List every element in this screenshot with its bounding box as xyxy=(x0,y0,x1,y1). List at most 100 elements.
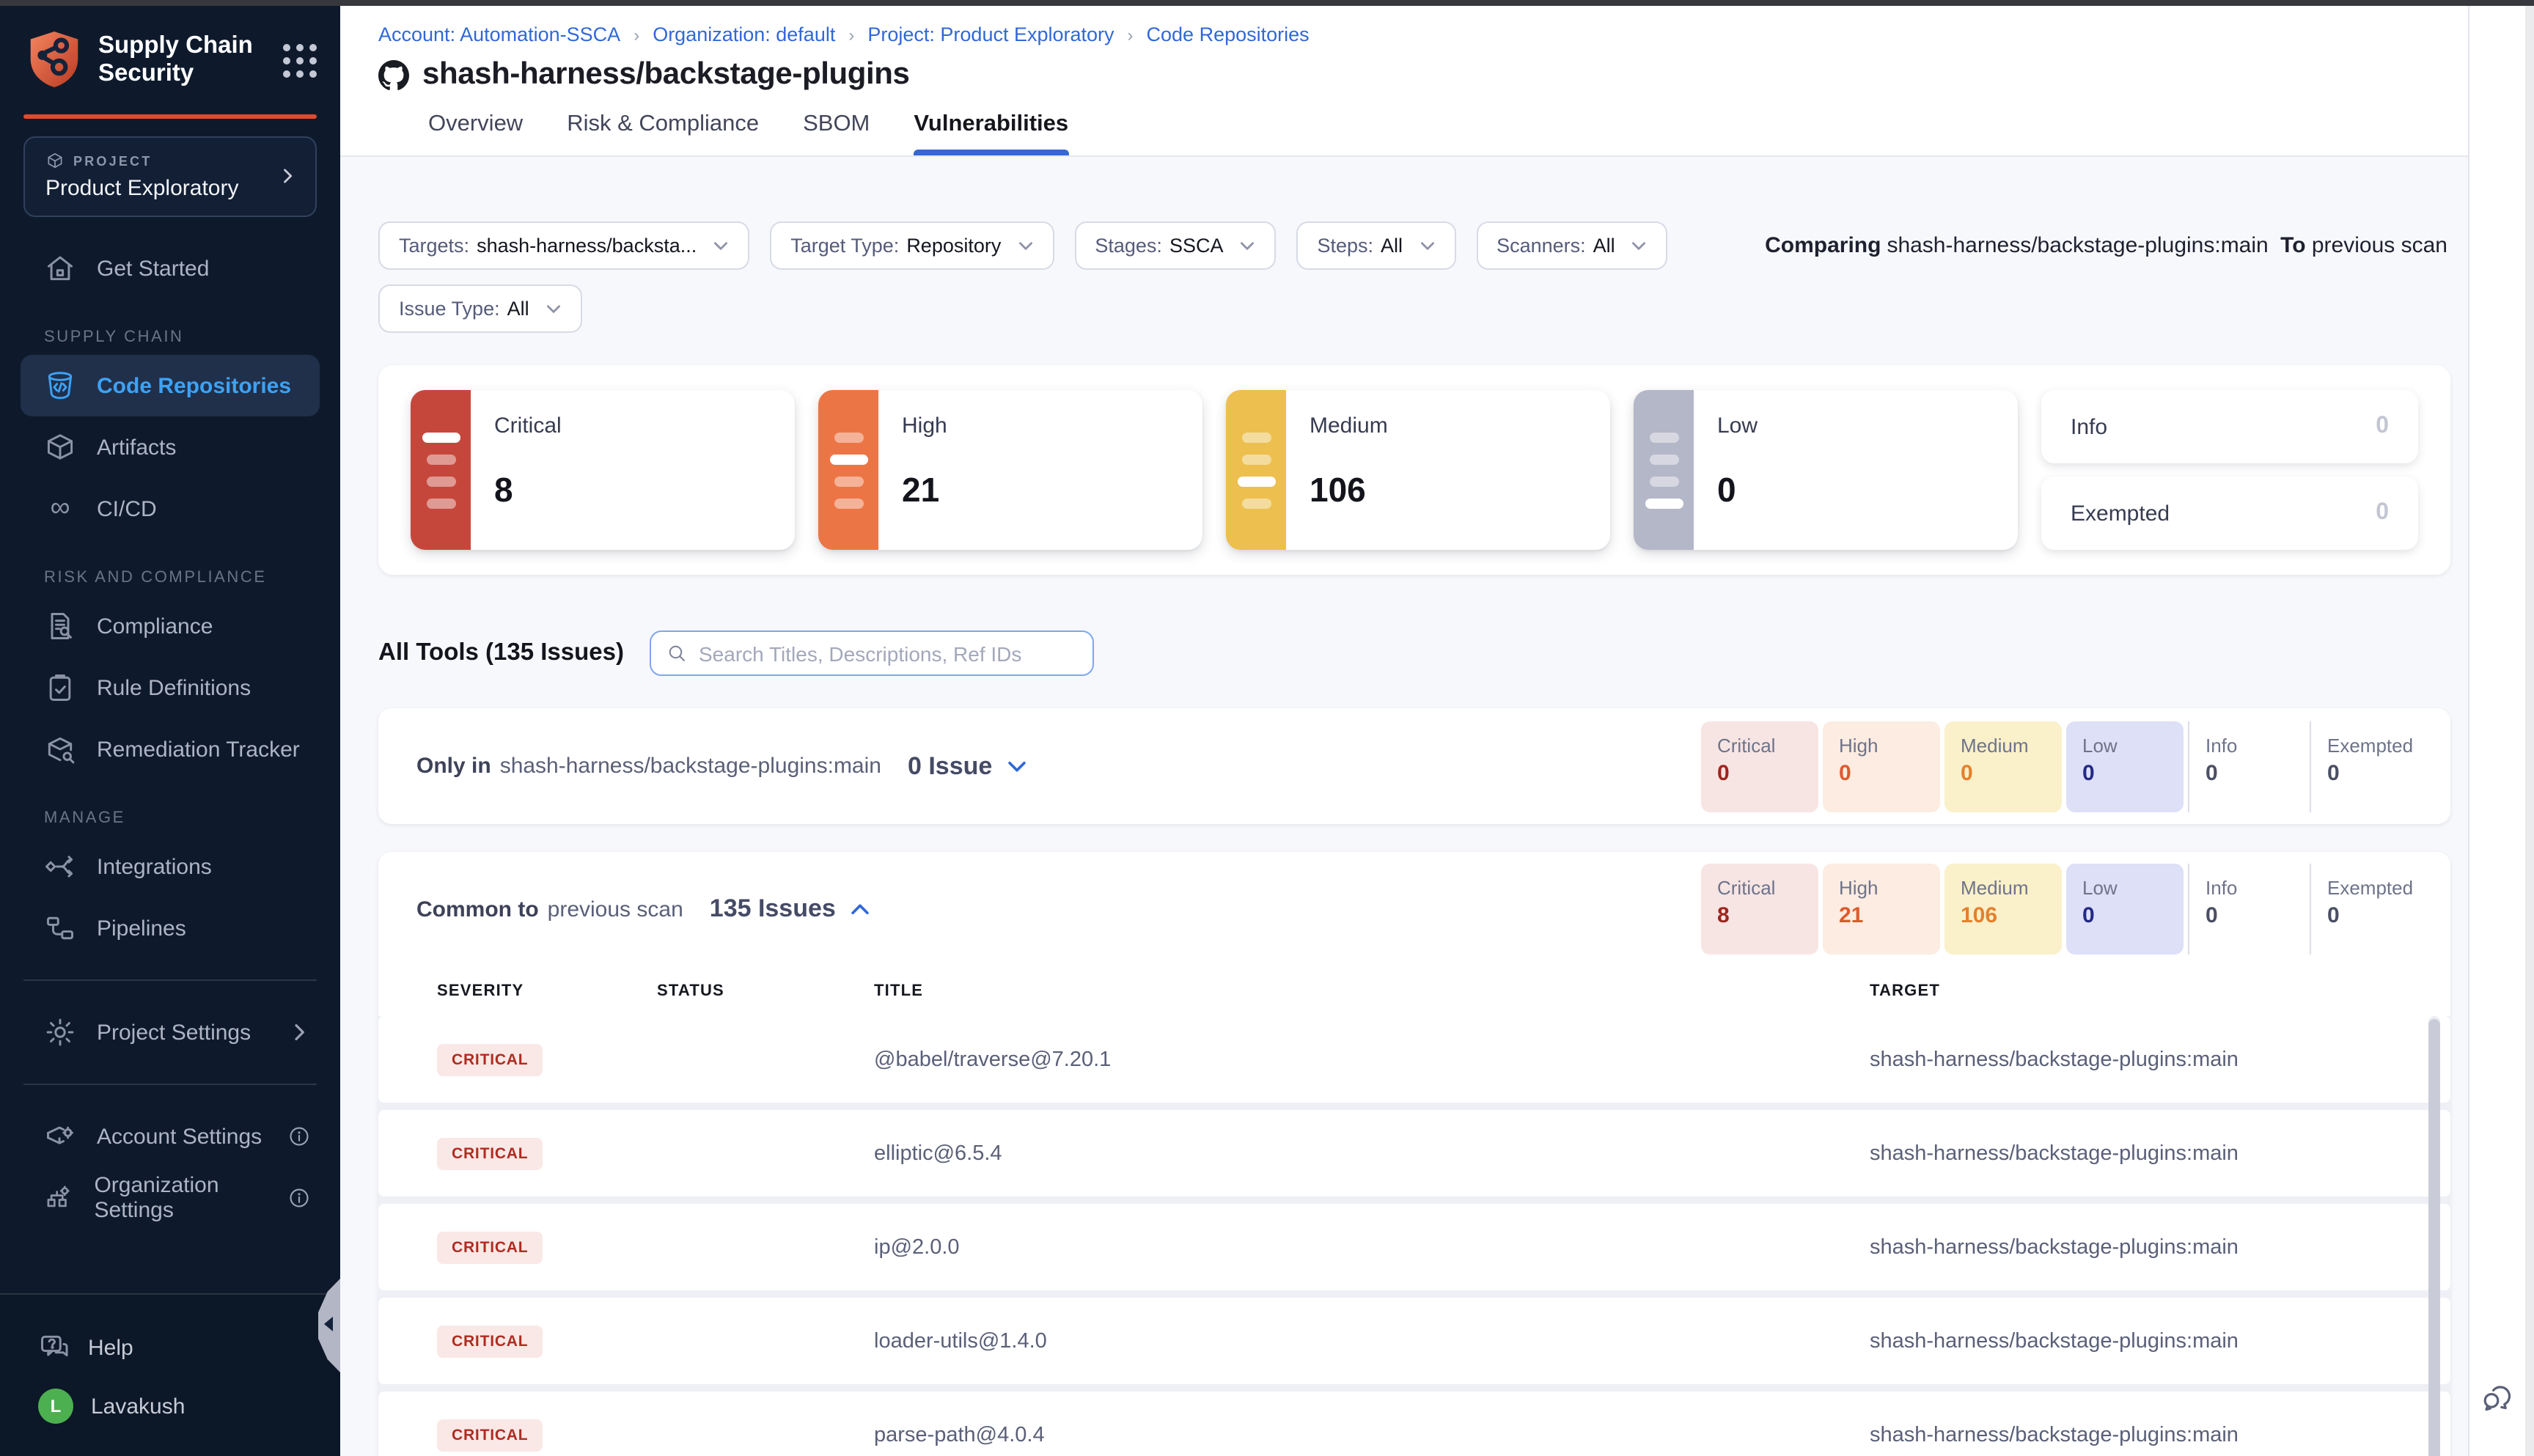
table-row[interactable]: CRITICALip@2.0.0shash-harness/backstage-… xyxy=(378,1204,2450,1290)
sidebar-item-label: Artifacts xyxy=(97,435,176,460)
chat-support-icon[interactable] xyxy=(2480,1380,2515,1415)
project-selector[interactable]: PROJECT Product Exploratory xyxy=(23,136,317,217)
search-input[interactable] xyxy=(699,641,1077,665)
tools-row: All Tools (135 Issues) xyxy=(378,630,2450,676)
content-area: Targets:shash-harness/backsta... Target T… xyxy=(340,157,2468,1456)
sidebar-item-artifacts[interactable]: Artifacts xyxy=(0,416,340,478)
chip-value: 0 xyxy=(1717,760,1818,785)
severity-card-exempted[interactable]: Exempted 0 xyxy=(2041,477,2418,550)
filter-steps-dropdown[interactable]: Steps:All xyxy=(1296,221,1455,270)
only-in-section: Only in shash-harness/backstage-plugins:… xyxy=(378,708,2450,824)
severity-card-body: Critical8 xyxy=(471,390,562,550)
sidebar-item-label: Code Repositories xyxy=(97,373,291,398)
nav-divider xyxy=(23,979,317,981)
column-header-title: TITLE xyxy=(874,982,1870,1000)
artifacts-icon xyxy=(44,431,76,463)
column-header-target: TARGET xyxy=(1870,982,2450,1000)
breadcrumb-link[interactable]: Account: Automation-SSCA xyxy=(378,23,620,45)
chip-value: 8 xyxy=(1717,903,1818,928)
sidebar-item-help[interactable]: Help xyxy=(0,1318,340,1377)
chevron-up-icon[interactable] xyxy=(848,897,873,922)
chip-value: 0 xyxy=(1839,760,1940,785)
severity-chip-high: High0 xyxy=(1823,721,1940,812)
sidebar-item-get-started[interactable]: Get Started xyxy=(0,238,340,299)
remediation-tracker-icon xyxy=(44,733,76,765)
only-in-target: shash-harness/backstage-plugins:main xyxy=(500,754,881,779)
filter-target-type-dropdown[interactable]: Target Type:Repository xyxy=(770,221,1054,270)
severity-cell: CRITICAL xyxy=(437,1137,657,1169)
filter-value: Repository xyxy=(906,235,1001,257)
sidebar-item-compliance[interactable]: Compliance xyxy=(0,595,340,657)
severity-card-label: Exempted xyxy=(2071,501,2170,526)
table-row[interactable]: CRITICAL@babel/traverse@7.20.1shash-harn… xyxy=(378,1016,2450,1103)
severity-card-body: High21 xyxy=(878,390,947,550)
chevron-down-icon xyxy=(711,236,730,255)
sidebar: Supply Chain Security PROJECT Product Ex… xyxy=(0,0,340,1456)
severity-card-label: High xyxy=(902,413,947,438)
sidebar-item-pipelines[interactable]: Pipelines xyxy=(0,897,340,959)
chip-value: 0 xyxy=(2082,903,2184,928)
chevron-down-icon[interactable] xyxy=(1004,754,1029,779)
table-scrollbar-thumb[interactable] xyxy=(2428,1019,2440,1456)
tab-overview[interactable]: Overview xyxy=(428,111,523,155)
user-name: Lavakush xyxy=(91,1394,185,1419)
chip-label: High xyxy=(1839,877,1940,899)
severity-cell: CRITICAL xyxy=(437,1325,657,1357)
severity-card-body: Medium106 xyxy=(1286,390,1388,550)
chip-value: 0 xyxy=(2327,760,2427,785)
sidebar-item-label: Get Started xyxy=(97,256,209,281)
breadcrumb-separator-icon: › xyxy=(1128,24,1134,45)
chip-label: Info xyxy=(2206,734,2305,756)
user-menu[interactable]: L Lavakush xyxy=(0,1377,340,1435)
table-row[interactable]: CRITICALloader-utils@1.4.0shash-harness/… xyxy=(378,1298,2450,1384)
sidebar-item-label: Rule Definitions xyxy=(97,675,251,700)
browser-scrollbar[interactable] xyxy=(2525,0,2534,1456)
tab-risk-compliance[interactable]: Risk & Compliance xyxy=(567,111,759,155)
all-tools-title: All Tools (135 Issues) xyxy=(378,639,624,667)
chevron-down-icon xyxy=(1016,236,1035,255)
tab-sbom[interactable]: SBOM xyxy=(803,111,870,155)
nav-divider xyxy=(23,1084,317,1085)
right-rail xyxy=(2468,0,2525,1456)
sidebar-item-remediation-tracker[interactable]: Remediation Tracker xyxy=(0,718,340,780)
filter-issue-type-dropdown[interactable]: Issue Type:All xyxy=(378,284,582,333)
chip-value: 0 xyxy=(2327,903,2427,928)
breadcrumb-separator-icon: › xyxy=(848,24,854,45)
sidebar-item-account-settings[interactable]: Account Settings xyxy=(0,1106,340,1167)
sidebar-item-label: Account Settings xyxy=(97,1124,262,1149)
column-header-status: STATUS xyxy=(657,982,874,1000)
severity-card-low[interactable]: Low0 xyxy=(1634,390,2018,550)
breadcrumb-link[interactable]: Project: Product Exploratory xyxy=(867,23,1114,45)
layers-gear-icon xyxy=(44,1120,76,1152)
chip-label: Low xyxy=(2082,877,2184,899)
sidebar-item-organization-settings[interactable]: Organization Settings xyxy=(0,1167,340,1229)
severity-cell: CRITICAL xyxy=(437,1419,657,1451)
severity-card-medium[interactable]: Medium106 xyxy=(1226,390,1610,550)
breadcrumb-link[interactable]: Organization: default xyxy=(653,23,835,45)
sidebar-item-code-repositories[interactable]: Code Repositories xyxy=(21,355,320,416)
severity-card-value: 0 xyxy=(2376,500,2389,526)
breadcrumb-link[interactable]: Code Repositories xyxy=(1147,23,1310,45)
module-switcher-grid-icon[interactable] xyxy=(283,43,317,77)
filter-targets-dropdown[interactable]: Targets:shash-harness/backsta... xyxy=(378,221,749,270)
severity-badge: CRITICAL xyxy=(437,1043,543,1076)
sidebar-item-rule-definitions[interactable]: Rule Definitions xyxy=(0,657,340,718)
sidebar-item-integrations[interactable]: Integrations xyxy=(0,836,340,897)
sidebar-item-project-settings[interactable]: Project Settings xyxy=(0,1001,340,1063)
page-title: shash-harness/backstage-plugins xyxy=(422,57,910,92)
sidebar-item-cicd[interactable]: ∞CI/CD xyxy=(0,478,340,540)
chevron-down-icon xyxy=(1417,236,1436,255)
common-target: previous scan xyxy=(548,897,683,922)
table-scrollbar[interactable] xyxy=(2428,1016,2440,1456)
filter-scanners-dropdown[interactable]: Scanners:All xyxy=(1476,221,1668,270)
get-started-icon xyxy=(44,252,76,284)
severity-card-info[interactable]: Info0 xyxy=(2041,390,2418,463)
table-row[interactable]: CRITICALparse-path@4.0.4shash-harness/ba… xyxy=(378,1391,2450,1456)
filter-stages-dropdown[interactable]: Stages:SSCA xyxy=(1074,221,1276,270)
severity-card-high[interactable]: High21 xyxy=(818,390,1202,550)
severity-card-critical[interactable]: Critical8 xyxy=(411,390,795,550)
table-row[interactable]: CRITICALelliptic@6.5.4shash-harness/back… xyxy=(378,1110,2450,1196)
tab-vulnerabilities[interactable]: Vulnerabilities xyxy=(914,111,1068,155)
chip-label: Exempted xyxy=(2327,877,2427,899)
tab-bar: Overview Risk & Compliance SBOM Vulnerabili… xyxy=(428,111,2468,155)
